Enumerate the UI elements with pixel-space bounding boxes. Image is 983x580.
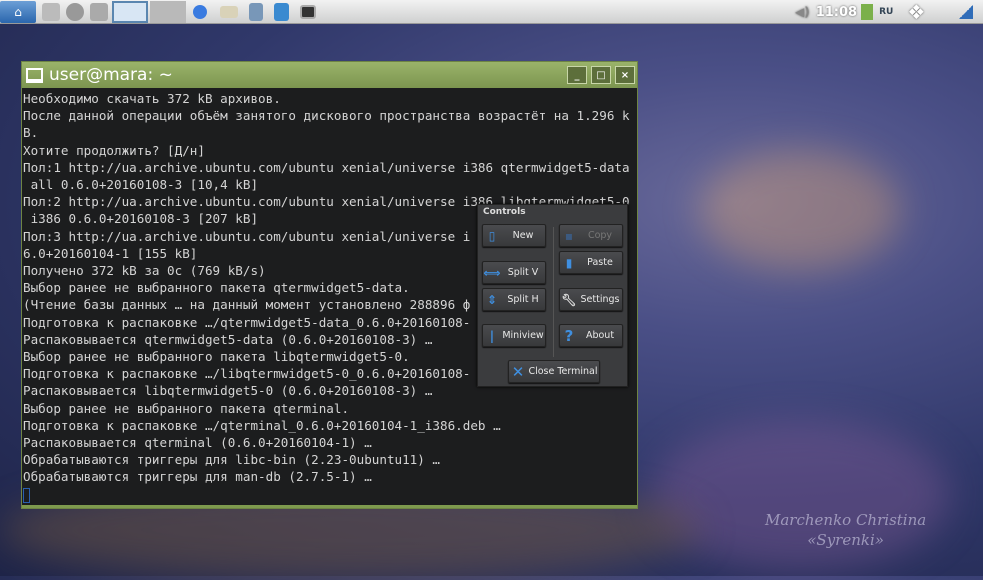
calendar-icon[interactable] xyxy=(274,2,289,21)
split-h-button[interactable]: ⇕ Split H xyxy=(482,288,546,311)
split-vertical-icon: ⟺ xyxy=(483,265,501,280)
split-horizontal-icon: ⇕ xyxy=(486,292,498,307)
terminal-line: После данной операции объём занятого дис… xyxy=(23,108,630,124)
about-button[interactable]: ? About xyxy=(559,324,623,347)
split-v-button[interactable]: ⟺ Split V xyxy=(482,261,546,284)
dropbox-icon[interactable]: ❖ xyxy=(907,0,925,24)
volume-icon[interactable]: ◀) xyxy=(795,5,810,19)
settings-button[interactable]: 🔧︎ Settings xyxy=(559,288,623,311)
windows-icon[interactable] xyxy=(90,2,108,21)
copy-icon: ▪ xyxy=(564,228,574,243)
close-button[interactable]: × xyxy=(615,66,635,84)
maximize-button[interactable]: □ xyxy=(591,66,611,84)
controls-panel: Controls ▯ New ▪ Copy ▮ Paste ⟺ Split V ⇕ Spl… xyxy=(477,204,628,387)
copy-button[interactable]: ▪ Copy xyxy=(559,224,623,247)
terminal-line: Необходимо скачать 372 kB архивов. xyxy=(23,91,281,106)
file-manager-icon[interactable] xyxy=(42,2,60,21)
window-bottom-border xyxy=(22,505,637,508)
chromium-icon[interactable] xyxy=(193,4,207,19)
help-icon: ? xyxy=(564,326,574,345)
signal-icon[interactable] xyxy=(959,5,974,19)
menu-icon[interactable]: ⌂ xyxy=(0,0,36,23)
terminal-line: Распаковывается qterminal (0.6.0+2016010… xyxy=(23,435,372,451)
desktop-2[interactable] xyxy=(150,0,186,23)
paste-button[interactable]: ▮ Paste xyxy=(559,251,623,274)
keyboard-layout[interactable]: RU xyxy=(879,7,893,17)
miniview-icon: | xyxy=(489,328,495,343)
miniview-button[interactable]: | Miniview xyxy=(482,324,546,347)
terminal-line: B. xyxy=(23,125,39,141)
terminal-icon xyxy=(26,67,43,83)
clock[interactable]: 11:08 xyxy=(816,5,857,20)
title-bar[interactable]: user@mara: ~ xyxy=(22,62,637,88)
terminal-line: Обрабатываются триггеры для man-db (2.7.… xyxy=(23,469,372,485)
taskbar: ⌂ ◀) 11:08 RU ❖ xyxy=(0,0,983,24)
terminal-line: Обрабатываются триггеры для libc-bin (2.… xyxy=(23,452,441,468)
folder-icon[interactable] xyxy=(220,5,238,18)
controls-title: Controls xyxy=(483,207,526,217)
terminal-line: all 0.6.0+20160108-3 [10,4 kB] xyxy=(23,177,259,193)
close-x-icon: ✕ xyxy=(511,362,525,381)
terminal-cursor xyxy=(23,487,30,503)
network-icon[interactable] xyxy=(66,2,84,21)
wallpaper-bokeh xyxy=(700,150,900,270)
document-icon[interactable] xyxy=(249,2,263,21)
new-button[interactable]: ▯ New xyxy=(482,224,546,247)
close-terminal-button[interactable]: ✕ Close Terminal xyxy=(508,360,600,383)
wallpaper-signature: Marchenko Christina «Syrenki» xyxy=(765,511,927,549)
paste-icon: ▮ xyxy=(565,255,573,270)
battery-icon[interactable] xyxy=(861,4,874,20)
wrench-icon: 🔧︎ xyxy=(561,292,577,307)
terminal-line: Подготовка к распаковке …/qterminal_0.6.… xyxy=(23,417,501,433)
new-tab-icon: ▯ xyxy=(488,228,496,243)
terminal-line: Хотите продолжить? [Д/н] xyxy=(23,142,205,158)
desktop-1[interactable] xyxy=(112,0,148,23)
terminal-line: Пол:1 http://ua.archive.ubuntu.com/ubunt… xyxy=(23,159,630,175)
minimize-button[interactable]: _ xyxy=(567,66,587,84)
terminal-line: Выбор ранее не выбранного пакета qtermin… xyxy=(23,400,350,416)
terminal-icon[interactable] xyxy=(300,4,316,19)
window-title: user@mara: ~ xyxy=(49,65,173,85)
